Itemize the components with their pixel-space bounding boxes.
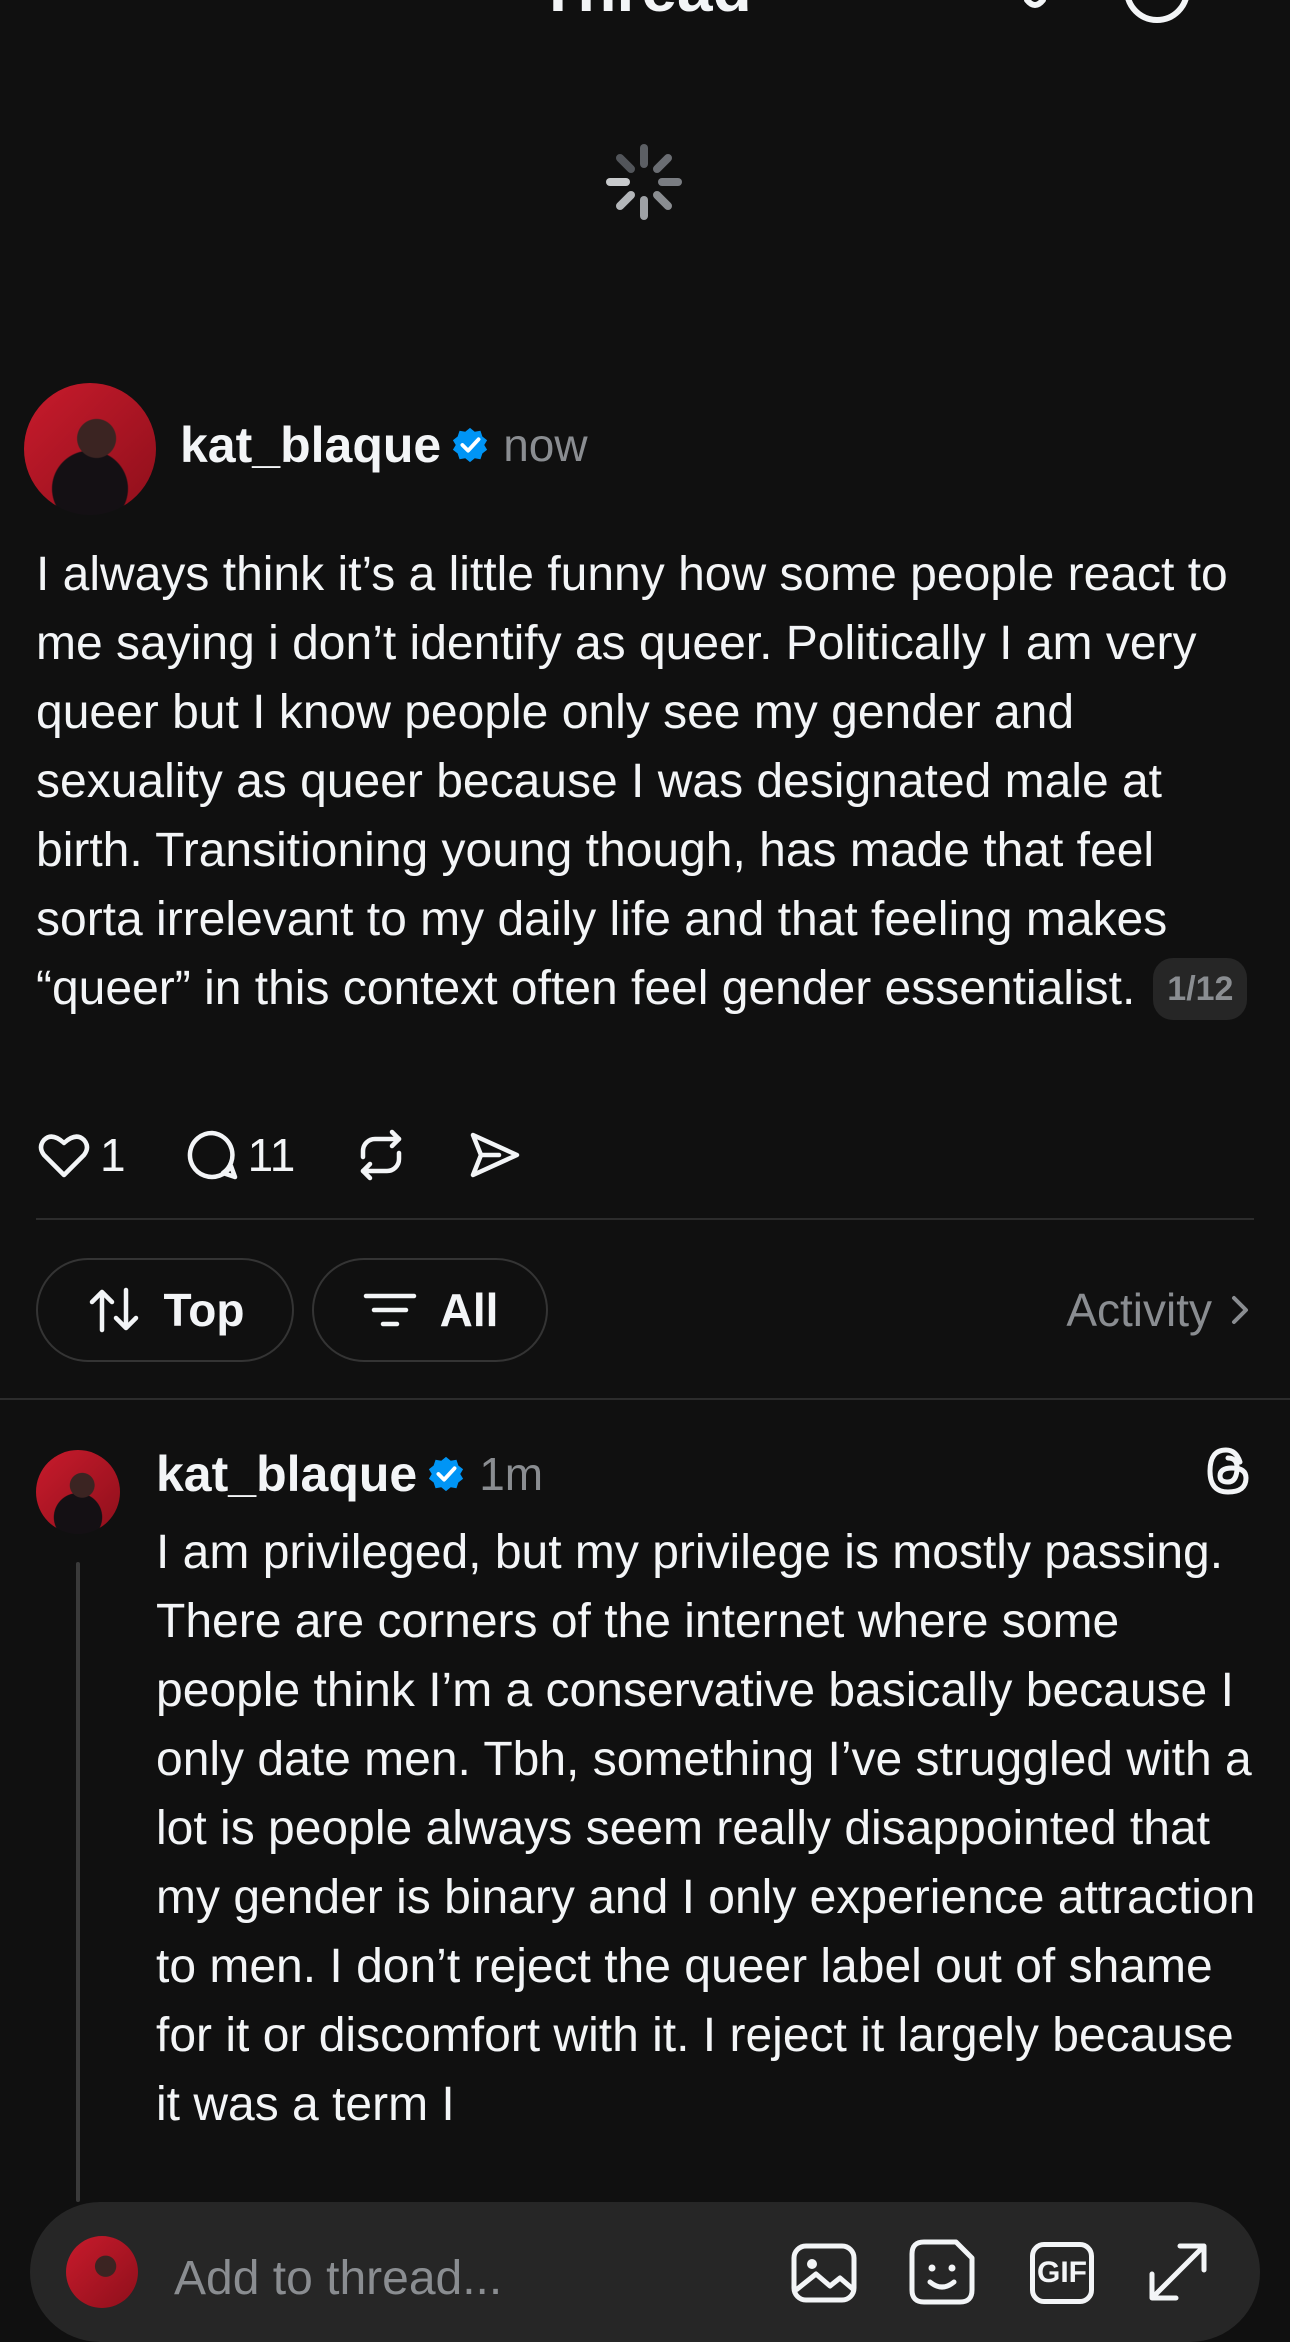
- divider: [36, 1218, 1254, 1220]
- reply-button[interactable]: 11: [184, 1127, 296, 1183]
- repost-icon: [361, 1129, 402, 1181]
- username[interactable]: kat_blaque: [156, 1445, 417, 1503]
- avatar[interactable]: [36, 1450, 120, 1534]
- gif-icon[interactable]: GIF: [1030, 2242, 1094, 2304]
- image-icon[interactable]: [788, 2236, 860, 2308]
- page-title: Thread: [0, 0, 1290, 26]
- filter-icon: [363, 1293, 416, 1327]
- sort-button[interactable]: Top: [36, 1258, 294, 1362]
- threads-logo-icon[interactable]: [1200, 1440, 1256, 1502]
- reply-count: 11: [247, 1129, 296, 1181]
- verified-badge-icon: [429, 1456, 464, 1492]
- activity-label: Activity: [1066, 1284, 1212, 1336]
- post-actions: 1 11: [36, 1120, 581, 1190]
- like-button[interactable]: 1: [36, 1127, 126, 1183]
- post-body: I always think it’s a little funny how s…: [36, 540, 1266, 1023]
- activity-link[interactable]: Activity: [1066, 1282, 1254, 1338]
- thread-page-badge: 1/12: [1153, 958, 1248, 1020]
- share-icon: [471, 1132, 520, 1178]
- comment-icon: [187, 1130, 237, 1180]
- sticker-icon[interactable]: [906, 2236, 978, 2308]
- post-header: kat_blaque now: [180, 412, 588, 478]
- filter-label: All: [439, 1284, 499, 1336]
- share-button[interactable]: [467, 1127, 523, 1183]
- username[interactable]: kat_blaque: [180, 416, 441, 474]
- like-count: 1: [100, 1129, 126, 1181]
- verified-badge-icon: [453, 427, 488, 463]
- reply-header: kat_blaque 1m: [156, 1442, 543, 1506]
- more-options-icon[interactable]: [1122, 0, 1192, 26]
- heart-icon: [38, 1134, 90, 1178]
- thread-connector-line: [76, 1562, 80, 2202]
- filter-button[interactable]: All: [312, 1258, 548, 1362]
- post-timestamp: now: [503, 419, 588, 471]
- sort-label: Top: [163, 1284, 245, 1336]
- reply-timestamp: 1m: [479, 1448, 544, 1500]
- post-text: I always think it’s a little funny how s…: [36, 548, 1228, 1015]
- divider: [0, 1398, 1290, 1400]
- top-bar: Thread: [0, 0, 1290, 40]
- expand-icon[interactable]: [1142, 2236, 1214, 2308]
- avatar: [66, 2236, 138, 2308]
- loading-spinner-icon: [606, 144, 682, 220]
- add-to-thread-input[interactable]: [172, 2242, 736, 2314]
- avatar[interactable]: [24, 383, 156, 515]
- notification-bell-icon[interactable]: [1005, 0, 1065, 22]
- sort-arrows-icon: [89, 1287, 138, 1333]
- reply-composer[interactable]: GIF: [30, 2202, 1260, 2342]
- reply-text: I am privileged, but my privilege is mos…: [156, 1526, 1256, 2131]
- chevron-right-icon: [1232, 1296, 1248, 1324]
- repost-button[interactable]: [353, 1127, 409, 1183]
- thread-page: Thread kat_blaque now I always: [0, 0, 1290, 2342]
